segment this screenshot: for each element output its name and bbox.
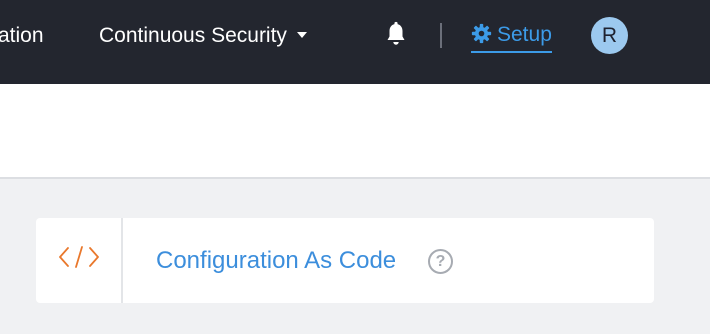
nav-item-continuous-security[interactable]: Continuous Security (99, 20, 307, 52)
avatar[interactable]: R (591, 17, 628, 54)
nav-item-continuous-security-label: Continuous Security (99, 24, 287, 47)
configuration-as-code-card[interactable]: Configuration As Code ? (36, 218, 654, 303)
code-icon (59, 246, 99, 268)
bell-icon[interactable] (384, 21, 408, 47)
gear-icon (471, 23, 492, 44)
nav-item-truncated[interactable]: ation (0, 20, 44, 52)
setup-label: Setup (497, 23, 552, 46)
card-title[interactable]: Configuration As Code (156, 245, 396, 277)
chevron-down-icon (296, 32, 307, 39)
setup-link[interactable]: Setup (471, 19, 552, 53)
nav-divider (440, 23, 442, 48)
help-icon[interactable]: ? (428, 249, 453, 274)
top-navigation-bar: ation Continuous Security Setup R (0, 0, 710, 84)
page-subheader (0, 84, 710, 179)
card-icon-box (36, 218, 123, 303)
